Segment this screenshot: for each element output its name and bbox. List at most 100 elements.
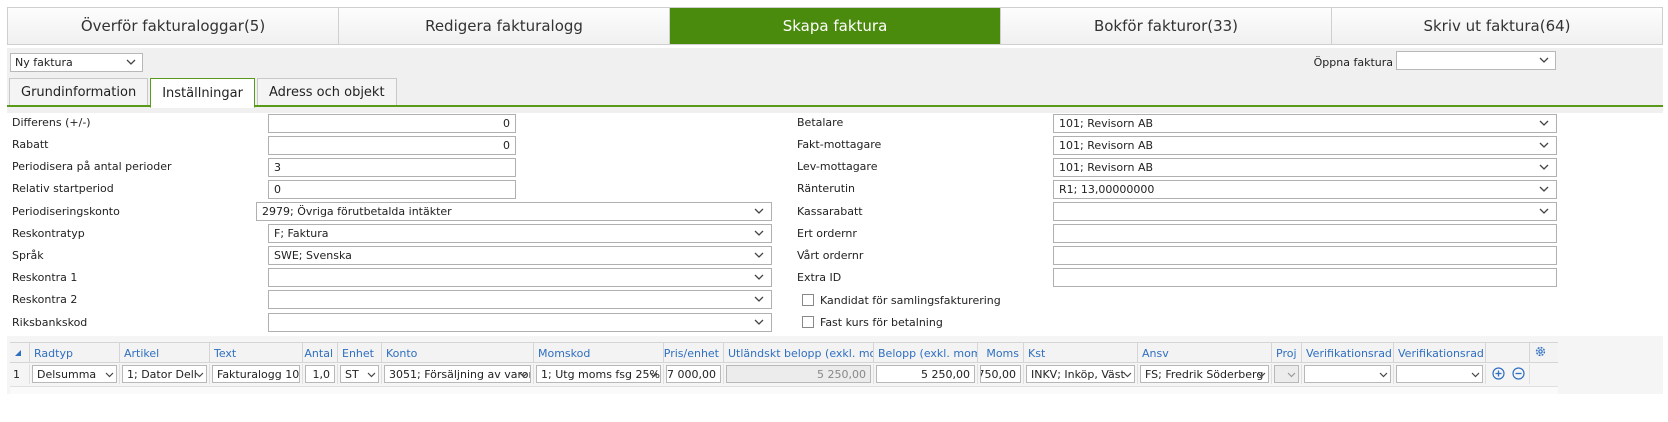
invoice-select-value: Ny faktura bbox=[15, 56, 73, 69]
cell-enhet[interactable]: ST bbox=[338, 364, 382, 384]
ranterutin-value: R1; 13,00000000 bbox=[1059, 183, 1155, 196]
subtab-installningar[interactable]: Inställningar bbox=[150, 78, 255, 108]
ert-ordernr-input[interactable] bbox=[1053, 224, 1557, 243]
utl-belopp-input: 5 250,00 bbox=[726, 365, 871, 383]
tab-redigera-fakturalogg[interactable]: Redigera fakturalogg bbox=[339, 8, 670, 44]
belopp-input[interactable]: 5 250,00 bbox=[876, 365, 975, 383]
betalare-value: 101; Revisorn AB bbox=[1059, 117, 1154, 130]
pris-input[interactable]: 7 000,00 bbox=[666, 365, 721, 383]
cell-pris[interactable]: 7 000,00 bbox=[664, 364, 724, 384]
ansv-select[interactable]: FS; Fredrik Söderberg bbox=[1140, 365, 1269, 383]
cell-moms[interactable]: 1 750,00 bbox=[978, 364, 1024, 384]
cell-kst[interactable]: INKV; Inköp, Väst bbox=[1024, 364, 1138, 384]
moms-input[interactable]: 1 750,00 bbox=[980, 365, 1021, 383]
verif1-select[interactable] bbox=[1304, 365, 1391, 383]
fakt-mottagare-label: Fakt-mottagare bbox=[797, 138, 882, 151]
chevron-down-icon bbox=[1539, 206, 1549, 216]
col-utl-belopp[interactable]: Utländskt belopp (exkl. moms) bbox=[724, 343, 874, 363]
subtabs: Grundinformation Inställningar Adress oc… bbox=[9, 78, 399, 108]
relativ-startperiod-input[interactable]: 0 bbox=[268, 180, 516, 199]
vart-ordernr-label: Vårt ordernr bbox=[797, 249, 864, 262]
chevron-down-icon bbox=[1539, 55, 1549, 65]
kst-value: INKV; Inköp, Väst bbox=[1031, 367, 1125, 381]
col-radtyp[interactable]: Radtyp bbox=[30, 343, 120, 363]
text-input[interactable]: Fakturalogg 101 bbox=[212, 365, 300, 383]
col-verif2[interactable]: Verifikationsrad 2 bbox=[1394, 343, 1486, 363]
chevron-down-icon bbox=[1539, 184, 1549, 194]
periodiseringskonto-select[interactable]: 2979; Övriga förutbetalda intäkter bbox=[256, 202, 772, 221]
col-text[interactable]: Text bbox=[210, 343, 303, 363]
artikel-value: 1; Dator Dell bbox=[127, 367, 197, 381]
col-momskod[interactable]: Momskod bbox=[534, 343, 664, 363]
col-ansv[interactable]: Ansv bbox=[1138, 343, 1272, 363]
col-konto[interactable]: Konto bbox=[382, 343, 534, 363]
tab-skapa-faktura[interactable]: Skapa faktura bbox=[670, 8, 1001, 44]
cell-verif1[interactable] bbox=[1302, 364, 1394, 384]
subtab-adress-och-objekt[interactable]: Adress och objekt bbox=[256, 78, 397, 106]
cell-ansv[interactable]: FS; Fredrik Söderberg bbox=[1138, 364, 1272, 384]
cell-belopp[interactable]: 5 250,00 bbox=[874, 364, 978, 384]
tab-underline bbox=[7, 105, 1663, 107]
chevron-down-icon bbox=[105, 369, 114, 378]
col-antal[interactable]: Antal bbox=[303, 343, 338, 363]
chevron-down-icon bbox=[649, 369, 658, 378]
reskontra1-select[interactable] bbox=[268, 268, 772, 287]
add-row-icon[interactable] bbox=[1492, 367, 1505, 383]
kst-select[interactable]: INKV; Inköp, Väst bbox=[1026, 365, 1135, 383]
col-verif1[interactable]: Verifikationsrad 1 bbox=[1302, 343, 1394, 363]
open-invoice-select[interactable] bbox=[1396, 51, 1556, 70]
periodisera-input[interactable]: 3 bbox=[268, 158, 516, 177]
ranterutin-select[interactable]: R1; 13,00000000 bbox=[1053, 180, 1557, 199]
text-value: Fakturalogg 101 bbox=[217, 367, 300, 381]
chevron-down-icon bbox=[1539, 162, 1549, 172]
subtab-grundinformation[interactable]: Grundinformation bbox=[9, 78, 149, 106]
cell-momskod[interactable]: 1; Utg moms fsg 25% bbox=[534, 364, 664, 384]
betalare-select[interactable]: 101; Revisorn AB bbox=[1053, 114, 1557, 133]
chevron-down-icon bbox=[754, 206, 764, 216]
extra-id-input[interactable] bbox=[1053, 268, 1557, 287]
tab-skriv-ut-faktura[interactable]: Skriv ut faktura(64) bbox=[1332, 8, 1662, 44]
antal-input[interactable]: 1,0 bbox=[305, 365, 335, 383]
vart-ordernr-input[interactable] bbox=[1053, 246, 1557, 265]
cell-artikel[interactable]: 1; Dator Dell bbox=[120, 364, 210, 384]
reskontra2-select[interactable] bbox=[268, 290, 772, 309]
rabatt-input[interactable]: 0 bbox=[268, 136, 516, 155]
reskontratyp-select[interactable]: F; Faktura bbox=[268, 224, 772, 243]
col-enhet[interactable]: Enhet bbox=[338, 343, 382, 363]
cell-konto[interactable]: 3051; Försäljning av varor bbox=[382, 364, 534, 384]
moms-value: 1 750,00 bbox=[980, 367, 1016, 381]
fakt-mottagare-select[interactable]: 101; Revisorn AB bbox=[1053, 136, 1557, 155]
gear-icon[interactable] bbox=[1534, 345, 1547, 361]
sprak-select[interactable]: SWE; Svenska bbox=[268, 246, 772, 265]
col-artikel[interactable]: Artikel bbox=[120, 343, 210, 363]
konto-select[interactable]: 3051; Försäljning av varor bbox=[384, 365, 531, 383]
col-belopp[interactable]: Belopp (exkl. moms) bbox=[874, 343, 978, 363]
chevron-down-icon bbox=[519, 369, 528, 378]
chevron-down-icon bbox=[1257, 369, 1266, 378]
verif2-select[interactable] bbox=[1396, 365, 1483, 383]
col-kst[interactable]: Kst bbox=[1024, 343, 1138, 363]
col-proj[interactable]: Proj bbox=[1272, 343, 1302, 363]
kassarabatt-select[interactable] bbox=[1053, 202, 1557, 221]
col-pris[interactable]: Pris/enhet bbox=[664, 343, 724, 363]
cell-verif2[interactable] bbox=[1394, 364, 1486, 384]
kandidat-checkbox[interactable] bbox=[802, 294, 814, 306]
betalare-label: Betalare bbox=[797, 116, 844, 129]
grid-settings[interactable] bbox=[1530, 343, 1558, 363]
cell-antal[interactable]: 1,0 bbox=[303, 364, 338, 384]
riksbankskod-select[interactable] bbox=[268, 313, 772, 332]
open-invoice-label: Öppna faktura bbox=[1313, 56, 1393, 69]
remove-row-icon[interactable] bbox=[1512, 367, 1525, 383]
chevron-down-icon bbox=[1123, 369, 1132, 378]
lev-mottagare-select[interactable]: 101; Revisorn AB bbox=[1053, 158, 1557, 177]
momskod-select[interactable]: 1; Utg moms fsg 25% bbox=[536, 365, 661, 383]
tab-overfor-fakturaloggar[interactable]: Överför fakturaloggar(5) bbox=[8, 8, 339, 44]
cell-text[interactable]: Fakturalogg 101 bbox=[210, 364, 303, 384]
ranterutin-label: Ränterutin bbox=[797, 182, 856, 195]
invoice-select[interactable]: Ny faktura bbox=[10, 53, 143, 72]
tab-bokfor-fakturor[interactable]: Bokför fakturor(33) bbox=[1001, 8, 1332, 44]
differens-input[interactable]: 0 bbox=[268, 114, 516, 133]
fast-kurs-checkbox[interactable] bbox=[802, 316, 814, 328]
cell-radtyp[interactable]: Delsumma bbox=[30, 364, 120, 384]
col-moms[interactable]: Moms bbox=[978, 343, 1024, 363]
